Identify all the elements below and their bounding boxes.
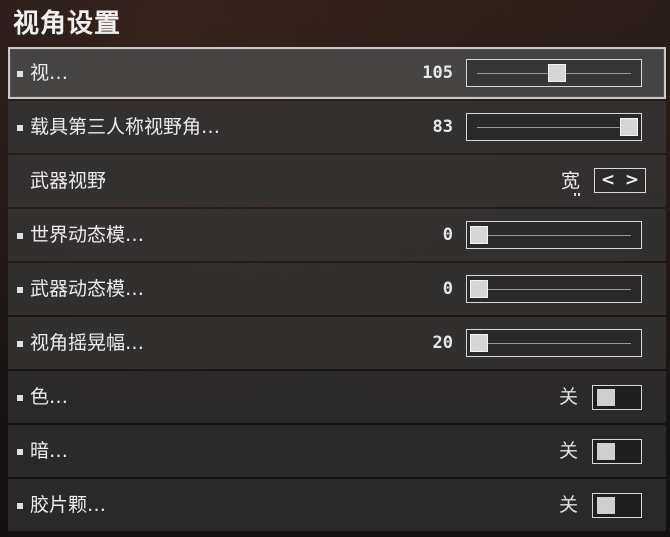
slider-thumb[interactable] [470, 226, 488, 244]
setting-label: 武器动态模… [30, 278, 145, 300]
setting-label: 胶片颗… [30, 494, 107, 516]
slider-thumb[interactable] [470, 280, 488, 298]
setting-row-world-motion-blur[interactable]: 世界动态模… 0 [8, 209, 666, 261]
setting-label: 视… [30, 62, 69, 84]
setting-value: 0 [442, 279, 453, 299]
setting-label: 暗… [30, 440, 69, 462]
slider-thumb[interactable] [548, 64, 566, 82]
toggle-knob [597, 497, 615, 514]
bullet-icon [17, 449, 23, 455]
cycler-current-value: 宽 [560, 170, 580, 192]
cycler-dots-icon [574, 193, 580, 196]
bullet-icon [17, 71, 23, 77]
camera-shake-slider[interactable] [466, 329, 642, 357]
setting-row-camera-shake[interactable]: 视角摇晃幅… 20 [8, 317, 666, 369]
setting-row-chromatic[interactable]: 色… 关 [8, 371, 666, 423]
vehicle-fov-slider[interactable] [466, 113, 642, 141]
settings-list: 视… 105 载具第三人称视野角… 83 武器视野 宽 < > 世界动态模… 0 [8, 47, 666, 533]
slider-thumb[interactable] [620, 118, 638, 136]
setting-row-weapon-motion-blur[interactable]: 武器动态模… 0 [8, 263, 666, 315]
chromatic-toggle[interactable] [592, 385, 642, 410]
bullet-icon [17, 341, 23, 347]
setting-row-film-grain[interactable]: 胶片颗… 关 [8, 479, 666, 531]
setting-row-vignette[interactable]: 暗… 关 [8, 425, 666, 477]
fov-slider[interactable] [466, 59, 642, 87]
setting-value: 83 [432, 117, 453, 137]
setting-label: 色… [30, 386, 69, 408]
page-title: 视角设置 [13, 9, 122, 39]
chevron-left-icon[interactable]: < [596, 169, 620, 192]
slider-track [477, 235, 631, 236]
vignette-toggle[interactable] [592, 439, 642, 464]
film-grain-toggle[interactable] [592, 493, 642, 518]
weapon-fov-cycler[interactable]: < > [594, 168, 646, 193]
toggle-knob [597, 443, 615, 460]
setting-value: 0 [442, 225, 453, 245]
slider-track [477, 343, 631, 344]
bullet-icon [17, 395, 23, 401]
setting-value: 105 [422, 63, 453, 83]
toggle-knob [597, 389, 615, 406]
setting-row-weapon-fov[interactable]: 武器视野 宽 < > [8, 155, 666, 207]
slider-thumb[interactable] [470, 334, 488, 352]
setting-label: 武器视野 [30, 170, 107, 192]
toggle-state-text: 关 [558, 386, 578, 408]
setting-value: 20 [432, 333, 453, 353]
setting-row-fov[interactable]: 视… 105 [8, 47, 666, 99]
bullet-icon [17, 503, 23, 509]
chevron-right-icon[interactable]: > [620, 169, 644, 192]
slider-track [477, 289, 631, 290]
setting-label: 世界动态模… [30, 224, 145, 246]
world-motion-blur-slider[interactable] [466, 221, 642, 249]
toggle-state-text: 关 [558, 440, 578, 462]
toggle-state-text: 关 [558, 494, 578, 516]
bullet-icon [17, 287, 23, 293]
slider-track [477, 127, 631, 128]
setting-label: 载具第三人称视野角… [30, 116, 221, 138]
bullet-icon [17, 233, 23, 239]
weapon-motion-blur-slider[interactable] [466, 275, 642, 303]
setting-row-vehicle-fov[interactable]: 载具第三人称视野角… 83 [8, 101, 666, 153]
setting-label: 视角摇晃幅… [30, 332, 145, 354]
bullet-icon [17, 125, 23, 131]
